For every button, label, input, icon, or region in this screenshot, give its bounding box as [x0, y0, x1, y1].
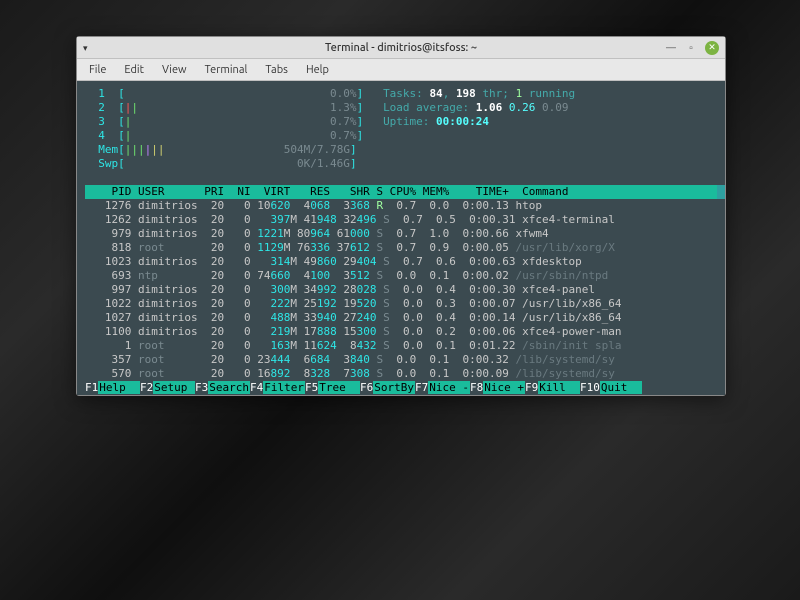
process-row[interactable]: 1262 dimitrios 20 0 397M 41948 32496 S 0… — [85, 213, 717, 227]
process-row[interactable]: 1023 dimitrios 20 0 314M 49860 29404 S 0… — [85, 255, 717, 269]
menu-tabs[interactable]: Tabs — [257, 62, 296, 78]
close-icon[interactable]: ✕ — [705, 41, 719, 55]
process-row[interactable]: 1100 dimitrios 20 0 219M 17888 15300 S 0… — [85, 325, 717, 339]
menu-terminal[interactable]: Terminal — [197, 62, 256, 78]
menu-help[interactable]: Help — [298, 62, 337, 78]
fkey-F5[interactable]: F5Tree — [305, 381, 360, 394]
titlebar[interactable]: ▾ Terminal - dimitrios@itsfoss: ~ — ▫ ✕ — [77, 37, 725, 59]
process-row[interactable]: 570 root 20 0 16892 8328 7308 S 0.0 0.1 … — [85, 367, 717, 381]
fkey-F7[interactable]: F7Nice - — [415, 381, 470, 394]
process-row[interactable]: 357 root 20 0 23444 6684 3840 S 0.0 0.1 … — [85, 353, 717, 367]
fkey-F4[interactable]: F4Filter — [250, 381, 305, 394]
fkey-F10[interactable]: F10Quit — [580, 381, 642, 394]
fkey-F1[interactable]: F1Help — [85, 381, 140, 394]
maximize-icon[interactable]: ▫ — [685, 42, 697, 54]
process-row[interactable]: 997 dimitrios 20 0 300M 34992 28028 S 0.… — [85, 283, 717, 297]
process-row[interactable]: 979 dimitrios 20 0 1221M 80964 61000 S 0… — [85, 227, 717, 241]
process-row[interactable]: 818 root 20 0 1129M 76336 37612 S 0.7 0.… — [85, 241, 717, 255]
process-row[interactable]: 738 root 20 0 1129M 76336 37612 S 2.0 0.… — [717, 185, 725, 199]
fkey-F3[interactable]: F3Search — [195, 381, 250, 394]
process-row[interactable]: 1276 dimitrios 20 0 10620 4068 3368 R 0.… — [85, 199, 717, 213]
process-row[interactable]: 1027 dimitrios 20 0 488M 33940 27240 S 0… — [85, 311, 717, 325]
process-row[interactable]: 693 ntp 20 0 74660 4100 3512 S 0.0 0.1 0… — [85, 269, 717, 283]
menubar: File Edit View Terminal Tabs Help — [77, 59, 725, 81]
process-row[interactable]: 1022 dimitrios 20 0 222M 25192 19520 S 0… — [85, 297, 717, 311]
window-title: Terminal - dimitrios@itsfoss: ~ — [242, 42, 560, 54]
menu-edit[interactable]: Edit — [116, 62, 152, 78]
fkey-F6[interactable]: F6SortBy — [360, 381, 415, 394]
menu-view[interactable]: View — [154, 62, 195, 78]
terminal-window: ▾ Terminal - dimitrios@itsfoss: ~ — ▫ ✕ … — [76, 36, 726, 396]
function-key-bar: F1Help F2Setup F3SearchF4FilterF5Tree F6… — [85, 381, 717, 395]
fkey-F8[interactable]: F8Nice + — [470, 381, 525, 394]
fkey-F2[interactable]: F2Setup — [140, 381, 195, 394]
minimize-icon[interactable]: — — [665, 42, 677, 54]
window-menu-icon[interactable]: ▾ — [83, 43, 88, 53]
fkey-F9[interactable]: F9Kill — [525, 381, 580, 394]
terminal-content[interactable]: 1 [ 0.0%] Tasks: 84, 198 thr; 1 running … — [77, 81, 725, 395]
menu-file[interactable]: File — [81, 62, 114, 78]
process-row[interactable]: 1 root 20 0 163M 11624 8432 S 0.0 0.1 0:… — [85, 339, 717, 353]
process-header[interactable]: PID USER PRI NI VIRT RES SHR S CPU% MEM%… — [85, 185, 717, 199]
